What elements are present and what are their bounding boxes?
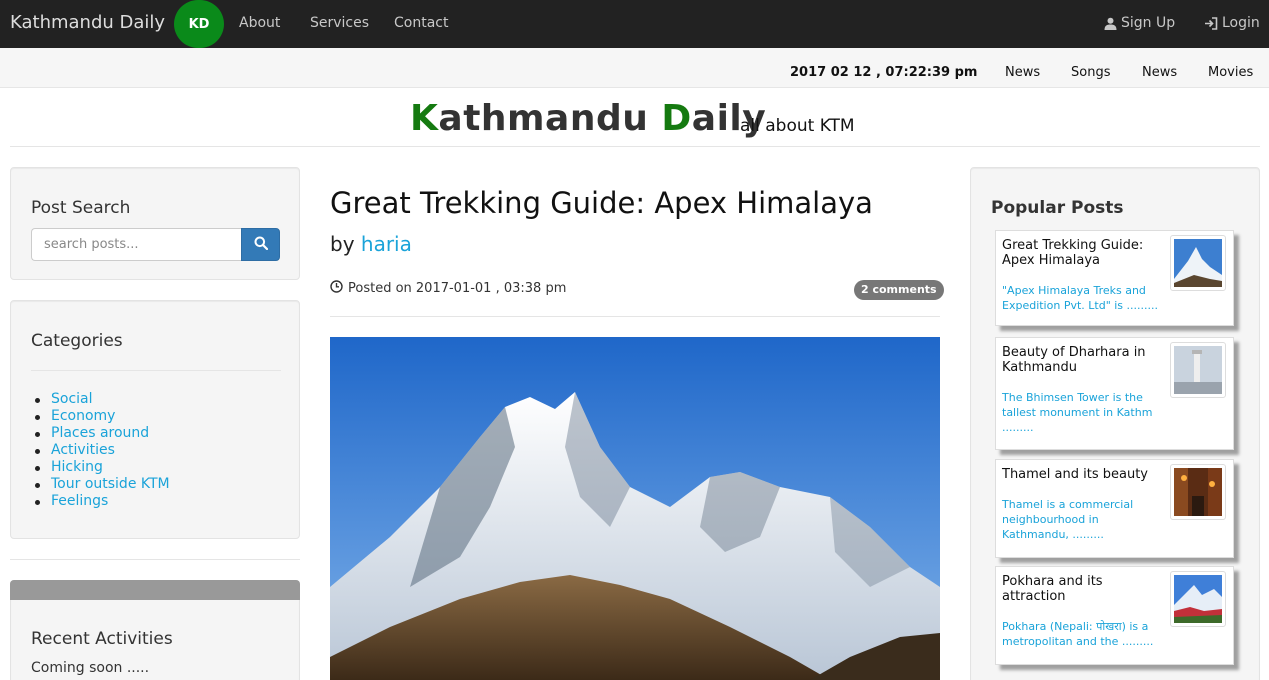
recent-text: Coming soon ..... xyxy=(31,660,150,676)
login-label: Login xyxy=(1222,15,1260,31)
byline-prefix: by xyxy=(330,232,355,256)
user-icon xyxy=(1104,17,1117,30)
masthead: Kathmandu Daily all about KTM xyxy=(0,88,1269,146)
nav-contact-link[interactable]: Contact xyxy=(394,15,448,31)
masthead-divider xyxy=(10,146,1260,147)
popular-post-thumbnail[interactable] xyxy=(1170,235,1226,291)
recent-heading: Recent Activities xyxy=(31,629,173,649)
popular-post-title[interactable]: Great Trekking Guide: Apex Himalaya xyxy=(1002,238,1162,268)
clock-icon xyxy=(330,280,343,297)
sub-navbar: 2017 02 12 , 07:22:39 pm News Songs News… xyxy=(0,48,1269,88)
left-divider xyxy=(10,559,300,560)
popular-post-card[interactable]: Thamel and its beauty Thamel is a commer… xyxy=(995,459,1234,558)
title-part-1: athmandu xyxy=(438,98,662,139)
popular-post-excerpt: The Bhimsen Tower is the tallest monumen… xyxy=(1002,391,1153,434)
kd-logo-badge[interactable]: KD xyxy=(174,0,224,48)
post-hero-image xyxy=(330,337,940,680)
popular-post-title[interactable]: Beauty of Dharhara in Kathmandu xyxy=(1002,345,1162,375)
datetime-display: 2017 02 12 , 07:22:39 pm xyxy=(790,65,978,80)
category-link[interactable]: Places around xyxy=(31,425,170,442)
category-link[interactable]: Tour outside KTM xyxy=(31,476,170,493)
signup-label: Sign Up xyxy=(1121,15,1176,31)
popular-post-excerpt: Thamel is a commercial neighbourhood in … xyxy=(1002,498,1134,541)
recent-activities-panel: Recent Activities Coming soon ..... xyxy=(10,580,300,680)
top-navbar: Kathmandu Daily KD About Services Contac… xyxy=(0,0,1269,48)
author-link[interactable]: haria xyxy=(361,232,412,256)
title-letter-d: D xyxy=(661,98,692,139)
subnav-news-link[interactable]: News xyxy=(1005,65,1040,80)
subnav-movies-link[interactable]: Movies xyxy=(1208,65,1253,80)
login-link[interactable]: Login xyxy=(1204,15,1260,31)
popular-post-card[interactable]: Pokhara and its attraction Pokhara (Nepa… xyxy=(995,566,1234,665)
site-title: Kathmandu Daily xyxy=(410,98,766,139)
post-date: Posted on 2017-01-01 , 03:38 pm xyxy=(330,280,566,297)
category-link[interactable]: Feelings xyxy=(31,493,170,510)
categories-list: Social Economy Places around Activities … xyxy=(31,391,170,510)
post-divider xyxy=(330,316,940,317)
popular-heading: Popular Posts xyxy=(991,198,1124,218)
subnav-news-link-2[interactable]: News xyxy=(1142,65,1177,80)
recent-panel-header-bar xyxy=(10,580,300,600)
category-link[interactable]: Social xyxy=(31,391,170,408)
post-date-text: Posted on 2017-01-01 , 03:38 pm xyxy=(348,281,567,296)
subnav-songs-link[interactable]: Songs xyxy=(1071,65,1110,80)
categories-panel: Categories Social Economy Places around … xyxy=(10,300,300,539)
post-byline: by haria xyxy=(330,232,412,256)
search-heading: Post Search xyxy=(31,198,131,218)
search-icon xyxy=(254,235,268,254)
search-panel: Post Search xyxy=(10,167,300,280)
search-input[interactable] xyxy=(31,228,242,261)
categories-heading: Categories xyxy=(31,331,123,351)
nav-about-link[interactable]: About xyxy=(239,15,280,31)
popular-post-thumbnail[interactable] xyxy=(1170,571,1226,627)
nav-services-link[interactable]: Services xyxy=(310,15,369,31)
category-link[interactable]: Hicking xyxy=(31,459,170,476)
search-button[interactable] xyxy=(241,228,280,261)
post-title: Great Trekking Guide: Apex Himalaya xyxy=(330,186,873,220)
category-link[interactable]: Economy xyxy=(31,408,170,425)
category-link[interactable]: Activities xyxy=(31,442,170,459)
popular-post-thumbnail[interactable] xyxy=(1170,464,1226,520)
comments-badge[interactable]: 2 comments xyxy=(854,280,944,300)
popular-post-excerpt: "Apex Himalaya Treks and Expedition Pvt.… xyxy=(1002,284,1158,312)
popular-post-title[interactable]: Thamel and its beauty xyxy=(1002,467,1162,482)
popular-post-card[interactable]: Great Trekking Guide: Apex Himalaya "Ape… xyxy=(995,230,1234,326)
popular-post-thumbnail[interactable] xyxy=(1170,342,1226,398)
site-tagline: all about KTM xyxy=(740,116,855,136)
signup-link[interactable]: Sign Up xyxy=(1104,15,1175,31)
popular-post-title[interactable]: Pokhara and its attraction xyxy=(1002,574,1162,604)
login-icon xyxy=(1204,16,1218,30)
categories-divider xyxy=(31,370,281,371)
popular-post-excerpt: Pokhara (Nepali: पोखरा) is a metropolita… xyxy=(1002,620,1154,648)
title-letter-k: K xyxy=(410,98,439,139)
popular-post-card[interactable]: Beauty of Dharhara in Kathmandu The Bhim… xyxy=(995,337,1234,450)
brand-link[interactable]: Kathmandu Daily xyxy=(10,12,165,33)
